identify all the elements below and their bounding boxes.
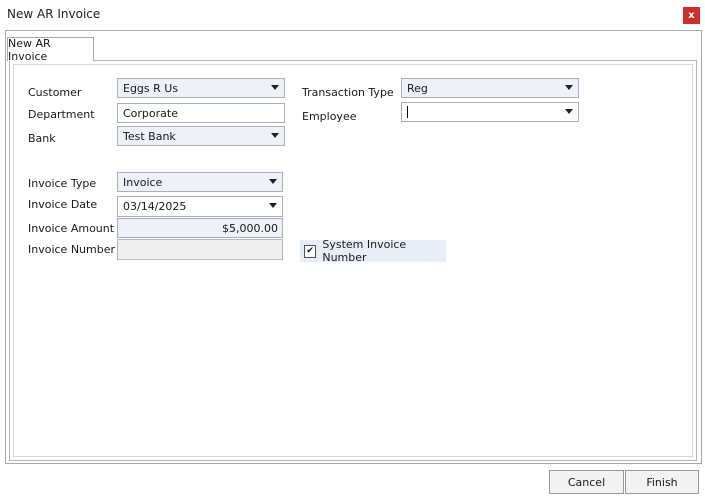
cancel-button[interactable]: Cancel (549, 470, 624, 494)
tab-new-ar-invoice[interactable]: New AR Invoice (7, 37, 94, 63)
employee-dropdown[interactable] (401, 102, 579, 122)
bank-label: Bank (28, 132, 56, 145)
text-cursor (407, 106, 408, 118)
window-title: New AR Invoice (7, 7, 101, 21)
customer-dropdown[interactable]: Eggs R Us (117, 78, 285, 98)
employee-label: Employee (302, 110, 357, 123)
system-invoice-number-label: System Invoice Number (322, 238, 407, 264)
chevron-down-icon (271, 85, 279, 90)
invoice-number-label: Invoice Number (28, 243, 116, 256)
invoice-amount-value: $5,000.00 (222, 221, 278, 235)
system-invoice-number-option[interactable]: ✔ System Invoice Number (300, 238, 446, 264)
invoice-date-value: 03/14/2025 (123, 200, 187, 213)
customer-label: Customer (28, 86, 82, 99)
checkmark-icon: ✔ (306, 245, 314, 256)
invoice-amount-label: Invoice Amount (28, 222, 115, 235)
chevron-down-icon (269, 179, 277, 184)
transaction-type-value: Reg (407, 81, 428, 95)
chevron-down-icon (271, 133, 279, 138)
invoice-date-label: Invoice Date (28, 198, 98, 211)
chevron-down-icon (269, 203, 277, 208)
finish-button[interactable]: Finish (625, 470, 699, 494)
system-invoice-number-checkbox[interactable]: ✔ (304, 244, 317, 258)
close-button[interactable]: x (683, 7, 700, 24)
chevron-down-icon (565, 85, 573, 90)
invoice-number-field (117, 239, 283, 260)
customer-value: Eggs R Us (123, 81, 179, 95)
department-field[interactable]: Corporate (117, 103, 285, 123)
invoice-type-value: Invoice (123, 175, 163, 189)
bank-value: Test Bank (123, 129, 176, 143)
bank-dropdown[interactable]: Test Bank (117, 126, 285, 146)
transaction-type-label: Transaction Type (302, 86, 394, 99)
invoice-amount-field[interactable]: $5,000.00 (117, 218, 283, 238)
transaction-type-dropdown[interactable]: Reg (401, 78, 579, 98)
department-value: Corporate (123, 106, 178, 120)
invoice-type-label: Invoice Type (28, 177, 97, 190)
invoice-date-picker[interactable]: 03/14/2025 (117, 196, 283, 217)
chevron-down-icon (565, 109, 573, 114)
department-label: Department (28, 108, 95, 121)
invoice-type-dropdown[interactable]: Invoice (117, 172, 283, 192)
